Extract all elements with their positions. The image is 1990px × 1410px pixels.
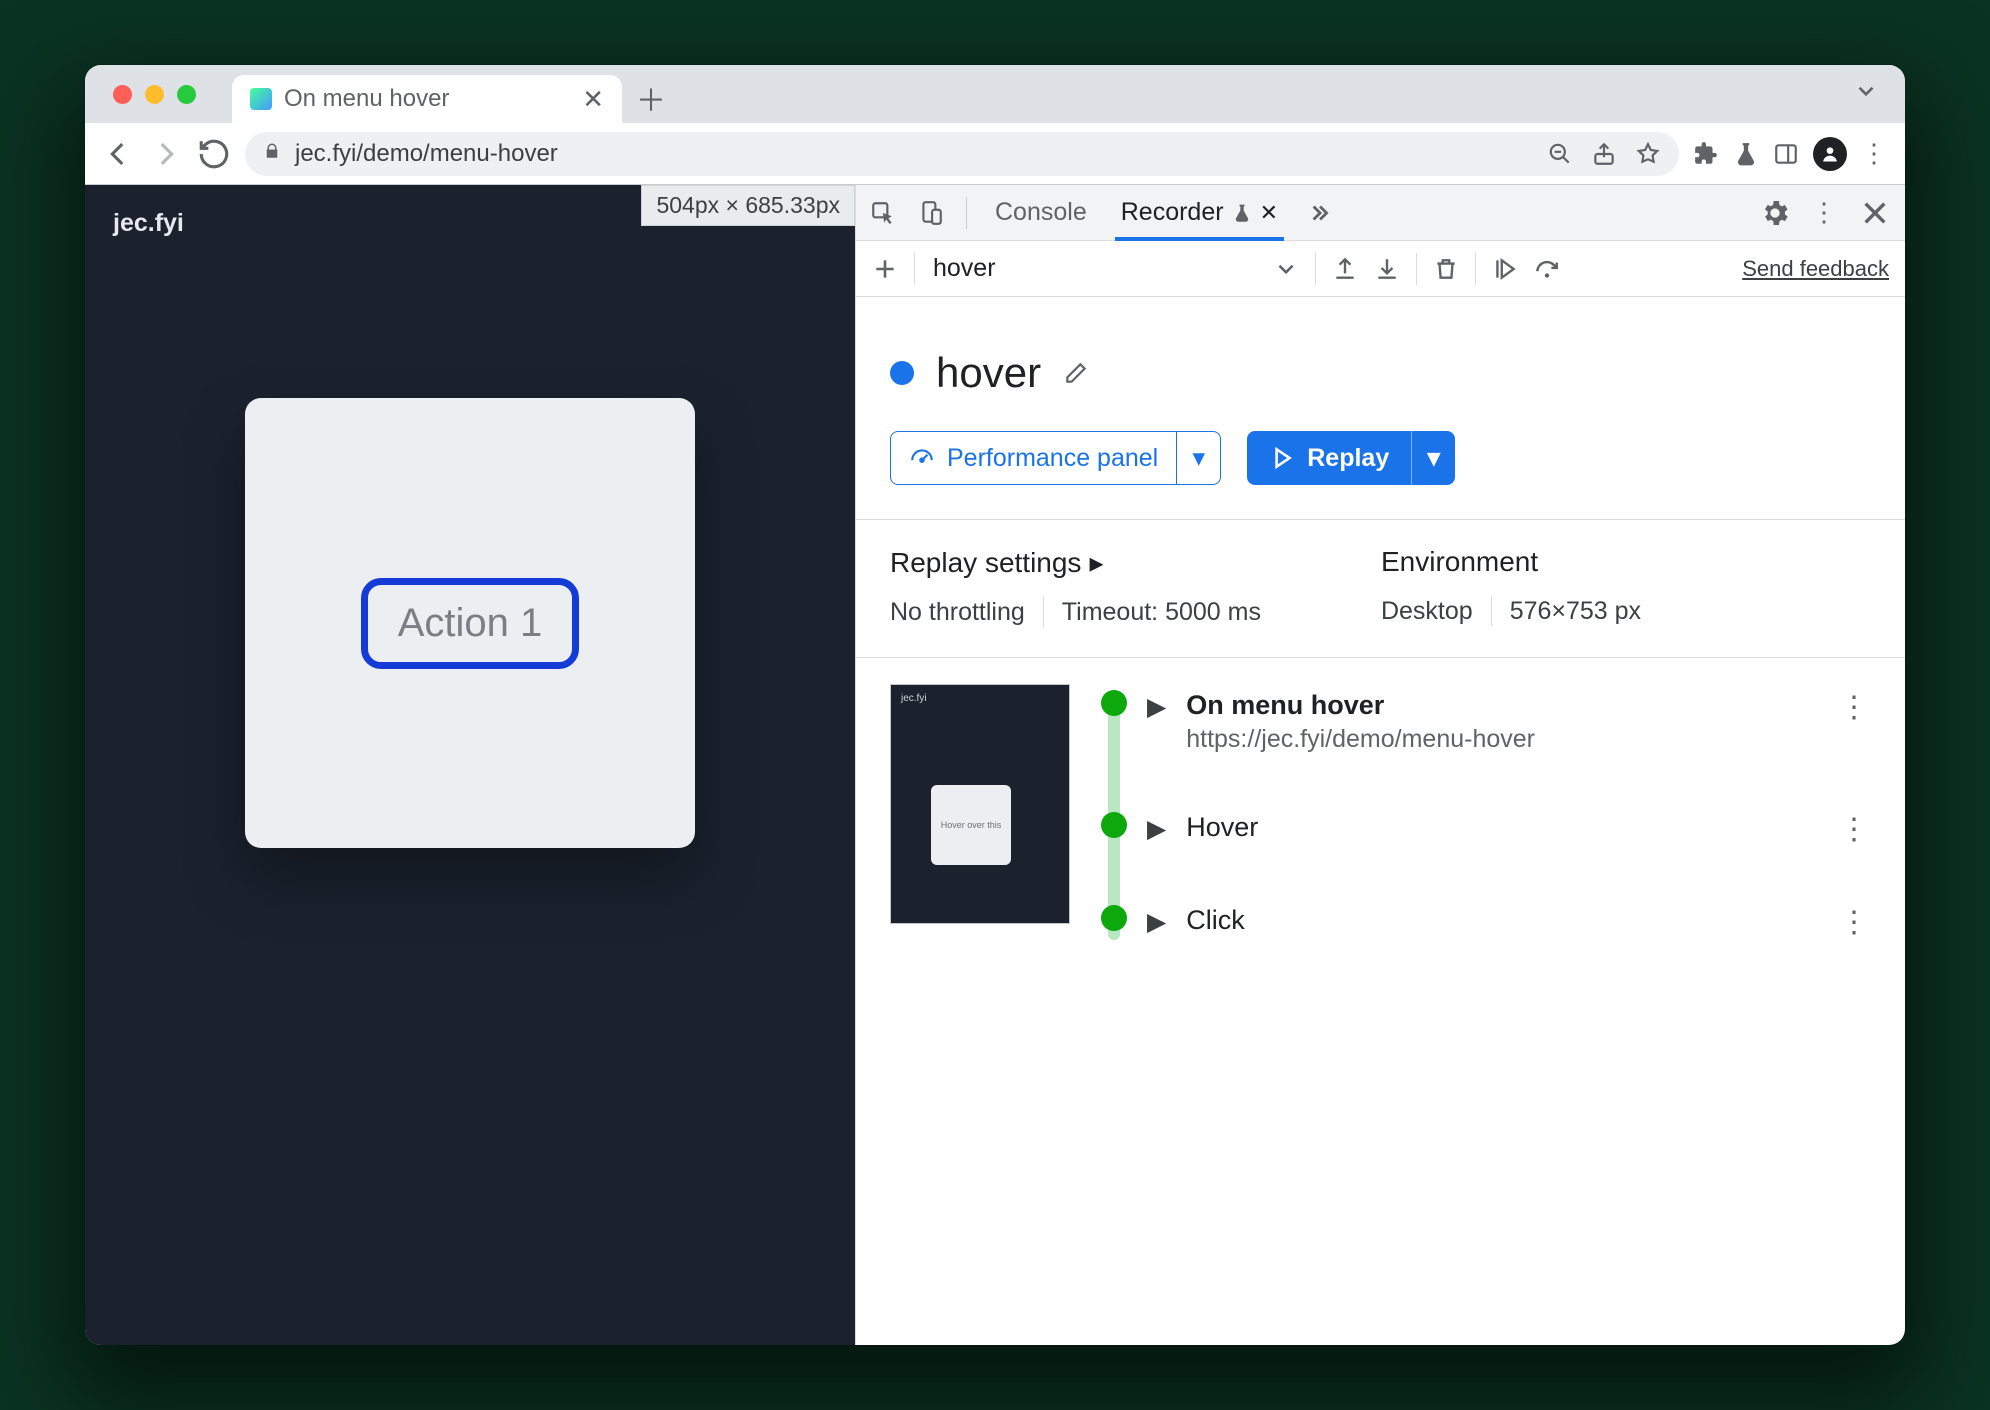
rendered-page: jec.fyi 504px × 685.33px Action 1 (85, 185, 855, 1345)
labs-icon[interactable] (1733, 141, 1759, 167)
favicon-icon (250, 88, 272, 110)
step-over-icon[interactable] (1534, 256, 1560, 282)
import-icon[interactable] (1374, 256, 1400, 282)
side-panel-icon[interactable] (1773, 141, 1799, 167)
step-item[interactable]: ▶ On menu hover https://jec.fyi/demo/men… (1096, 684, 1875, 806)
site-label: jec.fyi (113, 209, 184, 238)
send-feedback-link[interactable]: Send feedback (1742, 256, 1889, 282)
recording-name-input[interactable] (931, 249, 1257, 289)
action-button[interactable]: Action 1 (361, 578, 580, 669)
chevron-down-icon[interactable] (1273, 256, 1299, 282)
caret-right-icon[interactable]: ▶ (1147, 907, 1166, 937)
dimension-overlay: 504px × 685.33px (641, 185, 855, 226)
step-subtitle: https://jec.fyi/demo/menu-hover (1186, 725, 1819, 754)
bookmark-star-icon[interactable] (1635, 141, 1661, 167)
tab-console[interactable]: Console (989, 185, 1093, 240)
browser-tab[interactable]: On menu hover ✕ (232, 75, 622, 123)
tab-title: On menu hover (284, 85, 570, 113)
devtools-tabs: Console Recorder ✕ ⋮ (856, 185, 1905, 241)
tab-recorder[interactable]: Recorder ✕ (1115, 185, 1284, 240)
caret-right-icon[interactable]: ▶ (1147, 692, 1166, 722)
devtools-menu-icon[interactable]: ⋮ (1811, 197, 1839, 228)
profile-avatar[interactable] (1813, 137, 1847, 171)
edit-icon[interactable] (1063, 360, 1089, 386)
step-title: Click (1186, 905, 1819, 936)
zoom-out-icon[interactable] (1547, 141, 1573, 167)
url-text: jec.fyi/demo/menu-hover (295, 140, 558, 168)
devtools-panel: Console Recorder ✕ ⋮ (855, 185, 1905, 1345)
close-devtools-icon[interactable] (1859, 197, 1891, 229)
lock-icon (263, 142, 281, 166)
browser-window: On menu hover ✕ ＋ jec.fyi/demo/menu-hove… (85, 65, 1905, 1345)
back-icon[interactable] (101, 137, 135, 171)
performance-panel-button[interactable]: Performance panel ▾ (890, 431, 1221, 485)
forward-icon (149, 137, 183, 171)
window-controls (113, 85, 196, 104)
performance-dropdown-icon[interactable]: ▾ (1176, 432, 1220, 484)
more-tabs-icon[interactable] (1306, 200, 1332, 226)
throttling-value: No throttling (890, 598, 1025, 627)
replay-button[interactable]: Replay ▾ (1247, 431, 1455, 485)
recording-title: hover (936, 349, 1041, 397)
recorder-toolbar: Send feedback (856, 241, 1905, 297)
replay-settings-heading[interactable]: Replay settings ▸ (890, 546, 1261, 579)
step-menu-icon[interactable]: ⋮ (1839, 905, 1869, 940)
content-area: jec.fyi 504px × 685.33px Action 1 Consol… (85, 185, 1905, 1345)
step-item[interactable]: ▶ Click ⋮ (1096, 899, 1875, 950)
device-value: Desktop (1381, 597, 1473, 626)
export-icon[interactable] (1332, 256, 1358, 282)
extensions-icon[interactable] (1693, 141, 1719, 167)
device-toggle-icon[interactable] (918, 200, 944, 226)
recording-status-icon (890, 361, 914, 385)
address-bar[interactable]: jec.fyi/demo/menu-hover (245, 132, 1679, 176)
step-title: Hover (1186, 812, 1819, 843)
replay-dropdown-icon[interactable]: ▾ (1411, 431, 1455, 485)
step-play-icon[interactable] (1492, 256, 1518, 282)
tabs-dropdown-icon[interactable] (1853, 78, 1879, 111)
play-icon (1269, 445, 1295, 471)
recorder-body: hover Performance panel ▾ Re (856, 297, 1905, 1345)
menu-card: Action 1 (245, 398, 695, 848)
maximize-window-icon[interactable] (177, 85, 196, 104)
timeout-value: Timeout: 5000 ms (1062, 598, 1261, 627)
new-tab-button[interactable]: ＋ (632, 79, 670, 117)
close-panel-icon[interactable]: ✕ (1260, 200, 1278, 226)
step-menu-icon[interactable]: ⋮ (1839, 812, 1869, 847)
reload-icon[interactable] (197, 137, 231, 171)
step-item[interactable]: ▶ Hover ⋮ (1096, 806, 1875, 899)
browser-menu-icon[interactable]: ⋮ (1861, 138, 1889, 169)
viewport-value: 576×753 px (1510, 597, 1641, 626)
thumbnail-card: Hover over this (931, 785, 1011, 865)
step-node-icon (1101, 690, 1127, 716)
new-recording-icon[interactable] (872, 256, 898, 282)
delete-icon[interactable] (1433, 256, 1459, 282)
browser-toolbar: jec.fyi/demo/menu-hover ⋮ (85, 123, 1905, 185)
close-window-icon[interactable] (113, 85, 132, 104)
caret-right-icon[interactable]: ▶ (1147, 814, 1166, 844)
step-node-icon (1101, 905, 1127, 931)
tab-strip: On menu hover ✕ ＋ (85, 65, 1905, 123)
caret-right-icon: ▸ (1089, 546, 1103, 579)
flask-icon (1232, 203, 1252, 223)
gauge-icon (909, 445, 935, 471)
inspect-icon[interactable] (870, 200, 896, 226)
step-thumbnail[interactable]: jec.fyi Hover over this (890, 684, 1070, 924)
environment-heading: Environment (1381, 546, 1641, 578)
share-icon[interactable] (1591, 141, 1617, 167)
step-menu-icon[interactable]: ⋮ (1839, 690, 1869, 725)
gear-icon[interactable] (1759, 197, 1791, 229)
step-title: On menu hover (1186, 690, 1819, 721)
step-node-icon (1101, 812, 1127, 838)
minimize-window-icon[interactable] (145, 85, 164, 104)
close-tab-icon[interactable]: ✕ (582, 84, 604, 115)
steps-section: jec.fyi Hover over this ▶ On menu hover … (890, 684, 1875, 950)
settings-section: Replay settings ▸ No throttling Timeout:… (890, 546, 1875, 627)
